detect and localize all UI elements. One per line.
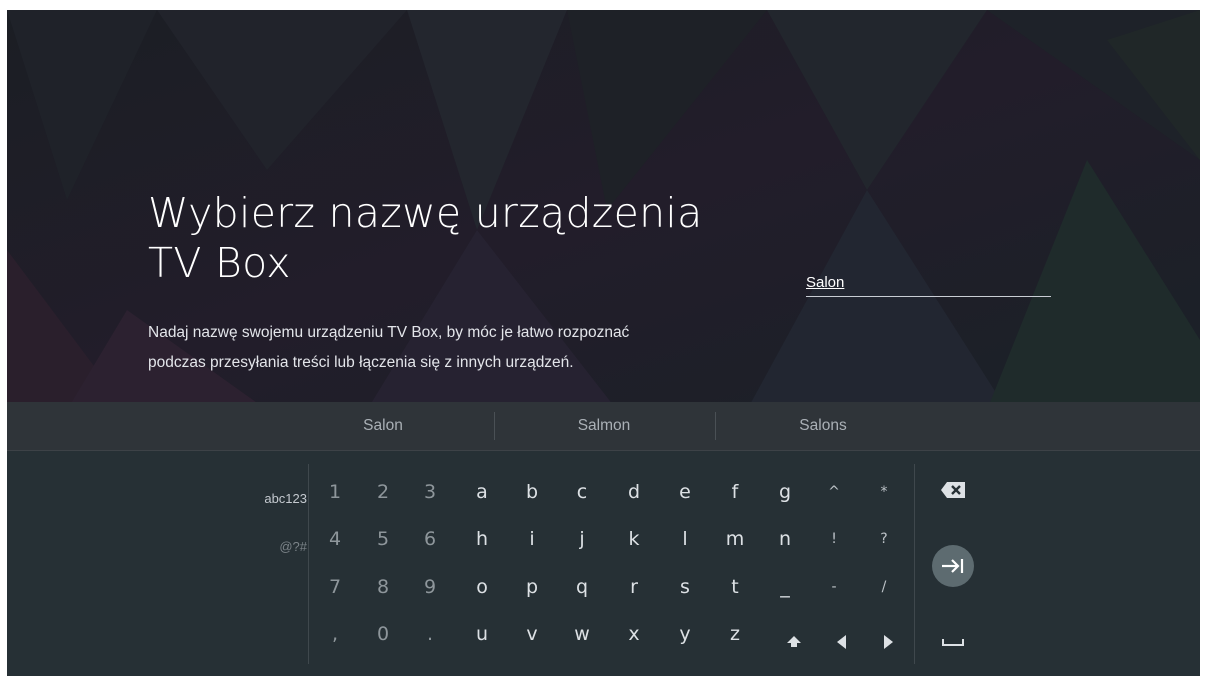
key[interactable]: b [515, 475, 549, 509]
device-name-input[interactable]: Salon [806, 272, 1051, 297]
key[interactable]: _ [768, 570, 802, 604]
page-description: Nadaj nazwę swojemu urządzeniu TV Box, b… [148, 318, 629, 378]
key[interactable]: j [565, 522, 599, 556]
key[interactable]: v [515, 617, 549, 651]
key[interactable]: - [817, 570, 851, 604]
key[interactable]: t [718, 570, 752, 604]
key[interactable]: / [867, 570, 901, 604]
shift-icon[interactable] [777, 625, 811, 659]
suggestion-item[interactable]: Salmon [504, 402, 704, 450]
suggestion-item[interactable]: Salon [293, 402, 473, 450]
key[interactable]: w [565, 617, 599, 651]
key[interactable]: f [718, 475, 752, 509]
keyboard-divider-left [308, 464, 309, 664]
key[interactable]: g [768, 475, 802, 509]
keyboard-divider-right [914, 464, 915, 664]
key[interactable]: o [465, 570, 499, 604]
key[interactable]: k [617, 522, 651, 556]
key[interactable]: i [515, 522, 549, 556]
suggestion-divider [715, 412, 716, 440]
key[interactable]: 9 [413, 570, 447, 604]
suggestion-item[interactable]: Salons [723, 402, 923, 450]
key[interactable]: * [867, 475, 901, 509]
key[interactable]: 8 [366, 570, 400, 604]
key[interactable]: 6 [413, 522, 447, 556]
page-title: Wybierz nazwę urządzenia TV Box [148, 188, 703, 288]
key[interactable]: ^ [817, 475, 851, 509]
key[interactable]: 5 [366, 522, 400, 556]
key[interactable]: y [668, 617, 702, 651]
key[interactable]: , [318, 617, 352, 651]
key[interactable]: d [617, 475, 651, 509]
key[interactable]: 7 [318, 570, 352, 604]
key[interactable]: l [668, 522, 702, 556]
backspace-icon[interactable] [932, 473, 974, 507]
space-icon[interactable] [934, 625, 972, 659]
key[interactable]: 2 [366, 475, 400, 509]
key[interactable]: 4 [318, 522, 352, 556]
onscreen-keyboard [7, 451, 1200, 676]
suggestion-divider [494, 412, 495, 440]
key[interactable]: ? [867, 522, 901, 556]
key[interactable]: . [413, 617, 447, 651]
description-line-1: Nadaj nazwę swojemu urządzeniu TV Box, b… [148, 324, 630, 341]
key[interactable]: e [668, 475, 702, 509]
arrow-right-icon[interactable] [871, 625, 905, 659]
title-line-2: TV Box [148, 239, 291, 287]
key[interactable]: a [465, 475, 499, 509]
key[interactable]: ! [817, 522, 851, 556]
suggestion-bar: Salon Salmon Salons [7, 402, 1200, 451]
title-line-1: Wybierz nazwę urządzenia [148, 189, 703, 237]
key[interactable]: 3 [413, 475, 447, 509]
enter-next-icon[interactable] [932, 545, 974, 587]
mode-abc123[interactable]: abc123 [264, 491, 307, 506]
key[interactable]: p [515, 570, 549, 604]
key[interactable]: s [668, 570, 702, 604]
description-line-2: podczas przesyłania treści lub łączenia … [148, 354, 574, 371]
arrow-left-icon[interactable] [825, 625, 859, 659]
key[interactable]: 1 [318, 475, 352, 509]
key[interactable]: u [465, 617, 499, 651]
key[interactable]: m [718, 522, 752, 556]
key[interactable]: 0 [366, 617, 400, 651]
mode-symbols[interactable]: @?# [279, 539, 307, 554]
key[interactable]: z [718, 617, 752, 651]
key[interactable]: r [617, 570, 651, 604]
tv-screen: Wybierz nazwę urządzenia TV Box Nadaj na… [7, 10, 1200, 676]
key[interactable]: x [617, 617, 651, 651]
key[interactable]: c [565, 475, 599, 509]
key[interactable]: h [465, 522, 499, 556]
key[interactable]: q [565, 570, 599, 604]
key[interactable]: n [768, 522, 802, 556]
